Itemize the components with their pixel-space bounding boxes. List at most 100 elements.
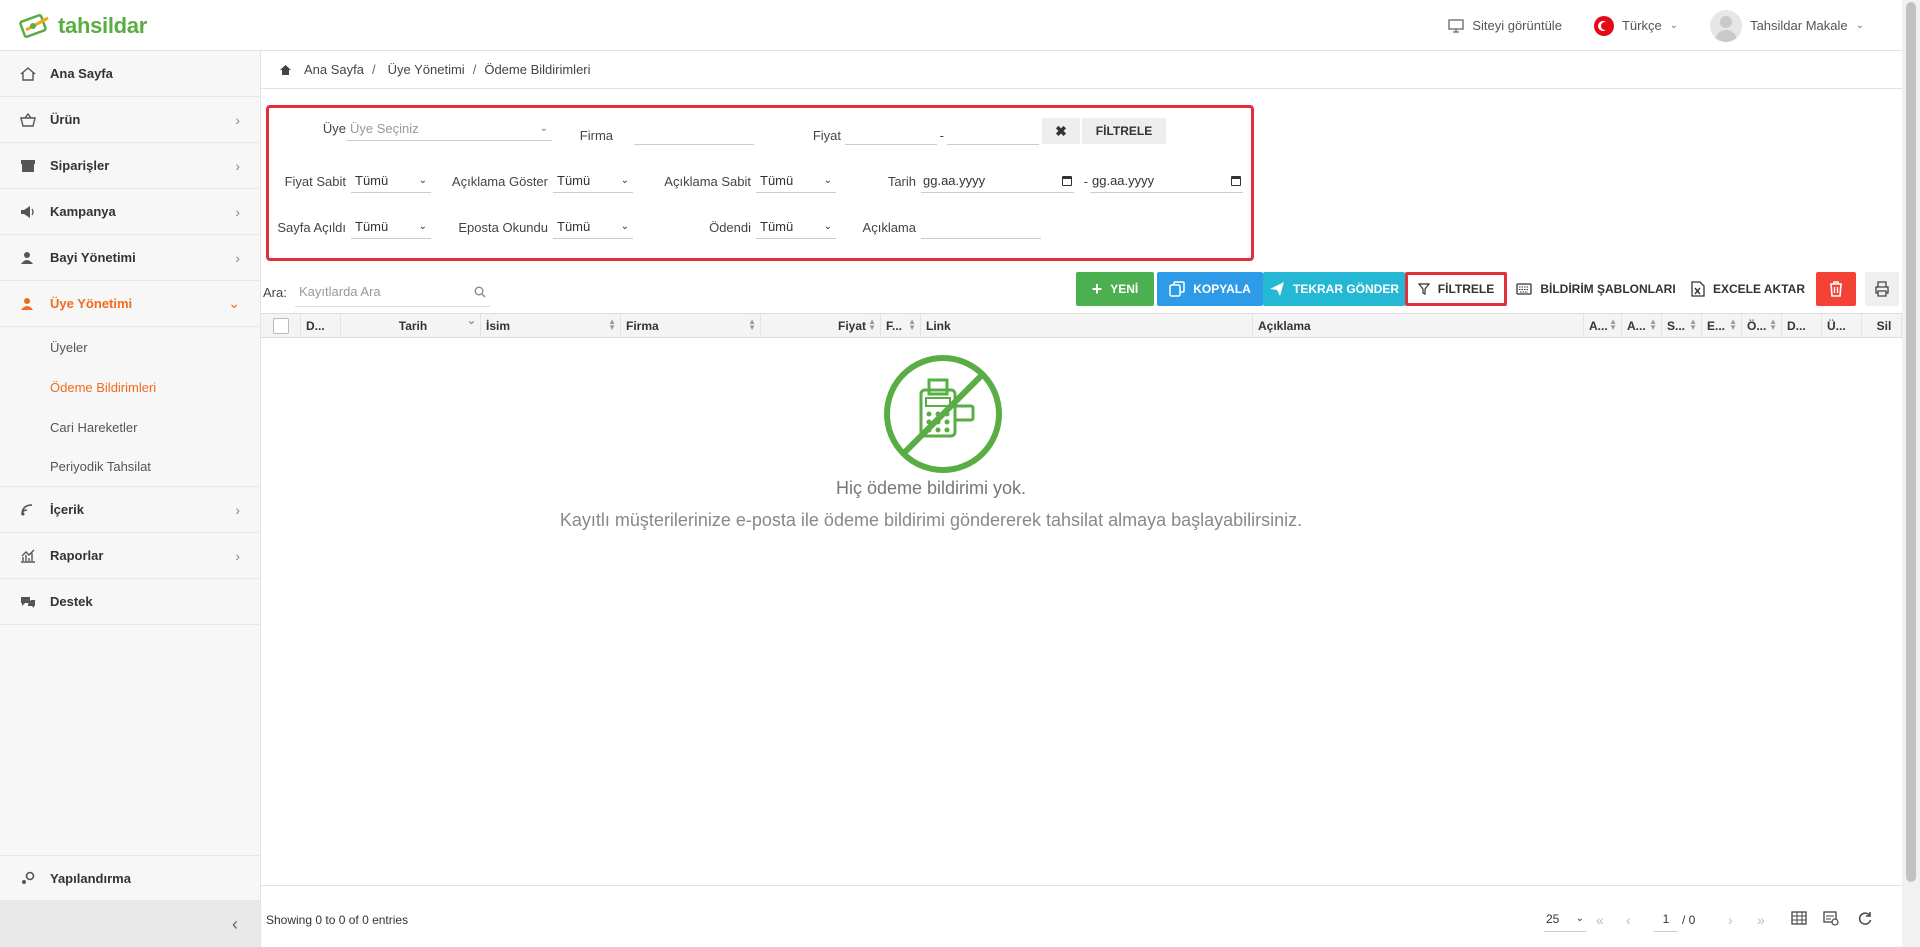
show-description-select[interactable]: Tümü ⌄: [553, 169, 633, 193]
column-header[interactable]: A... ▲ ▼: [1622, 314, 1662, 337]
column-header-name[interactable]: İsim ▲ ▼: [481, 314, 621, 337]
member-filter-label: Üye: [322, 121, 346, 136]
sidebar-item-label: Raporlar: [50, 548, 104, 563]
sidebar-item-orders[interactable]: Siparişler ›: [0, 143, 260, 189]
next-page-button[interactable]: ›: [1728, 912, 1733, 928]
chevron-down-icon: ⌄: [823, 175, 832, 186]
column-header[interactable]: E... ▲ ▼: [1702, 314, 1742, 337]
column-header[interactable]: Ü...: [1822, 314, 1862, 337]
column-header[interactable]: S... ▲ ▼: [1662, 314, 1702, 337]
filter-toggle-button[interactable]: FİLTRELE: [1405, 272, 1507, 306]
date-start-input[interactable]: gg.aa.yyyy: [921, 169, 1074, 193]
column-header[interactable]: D...: [1782, 314, 1822, 337]
breadcrumb-home[interactable]: Ana Sayfa: [304, 62, 364, 77]
delete-button[interactable]: [1816, 272, 1856, 306]
select-all-checkbox[interactable]: [272, 317, 289, 334]
sidebar-item-label: Siparişler: [50, 158, 110, 173]
sidebar-item-reports[interactable]: Raporlar ›: [0, 533, 260, 579]
sidebar-subitem-members[interactable]: Üyeler: [0, 327, 260, 367]
table-footer: Showing 0 to 0 of 0 entries 25 ⌄ « ‹ 1 /…: [261, 885, 1902, 947]
column-header[interactable]: D...: [301, 314, 341, 337]
sidebar: Ana Sayfa Ürün › Siparişler › Kampanya ›…: [0, 51, 261, 947]
chevron-down-icon: ⌄: [539, 123, 548, 134]
column-header-delete[interactable]: Sil: [1862, 314, 1902, 337]
prev-page-button[interactable]: ‹: [1626, 912, 1631, 928]
breadcrumb: Ana Sayfa / Üye Yönetimi / Ödeme Bildiri…: [261, 51, 1902, 89]
resend-button-label: TEKRAR GÖNDER: [1292, 282, 1399, 296]
sidebar-item-label: Kampanya: [50, 204, 116, 219]
last-page-button[interactable]: »: [1757, 912, 1765, 928]
column-settings-icon[interactable]: [1823, 910, 1839, 926]
price-min-input[interactable]: [845, 121, 937, 145]
main-content: Ana Sayfa / Üye Yönetimi / Ödeme Bildiri…: [261, 51, 1902, 947]
sidebar-item-member-management[interactable]: Üye Yönetimi ⌄: [0, 281, 260, 327]
date-end-input[interactable]: gg.aa.yyyy: [1090, 169, 1243, 193]
column-header-description[interactable]: Açıklama: [1253, 314, 1584, 337]
company-input[interactable]: [634, 121, 754, 145]
print-button[interactable]: [1865, 272, 1899, 306]
page-number-input[interactable]: 1: [1654, 906, 1678, 932]
sidebar-item-dealer[interactable]: Bayi Yönetimi ›: [0, 235, 260, 281]
sidebar-subitem-account-transactions[interactable]: Cari Hareketler: [0, 407, 260, 447]
notification-templates-button[interactable]: BİLDİRİM ŞABLONLARI: [1513, 272, 1679, 306]
column-header[interactable]: F... ▲ ▼: [881, 314, 921, 337]
company-filter-label: Firma: [579, 128, 613, 143]
export-excel-button[interactable]: EXCELE AKTAR: [1685, 272, 1811, 306]
page-scrollbar[interactable]: [1902, 0, 1920, 947]
sidebar-item-configuration[interactable]: Yapılandırma: [0, 855, 260, 901]
refresh-icon[interactable]: [1857, 910, 1873, 926]
email-read-select[interactable]: Tümü ⌄: [553, 215, 633, 239]
apply-filter-button[interactable]: FİLTRELE: [1082, 118, 1166, 144]
search-placeholder: Kayıtlarda Ara: [299, 284, 381, 299]
page-opened-select[interactable]: Tümü ⌄: [351, 215, 431, 239]
chevron-right-icon: ›: [235, 203, 240, 220]
copy-button[interactable]: KOPYALA: [1157, 272, 1263, 306]
sidebar-item-product[interactable]: Ürün ›: [0, 97, 260, 143]
language-selector[interactable]: Türkçe ⌄: [1593, 15, 1678, 36]
no-payment-terminal-icon: [884, 355, 1002, 473]
excel-icon: [1691, 281, 1705, 297]
fixed-price-select[interactable]: Tümü ⌄: [351, 169, 431, 193]
column-header[interactable]: A... ▲ ▼: [1584, 314, 1622, 337]
sidebar-item-campaign[interactable]: Kampanya ›: [0, 189, 260, 235]
new-button[interactable]: + YENİ: [1076, 272, 1154, 306]
resend-button[interactable]: TEKRAR GÖNDER: [1263, 272, 1405, 306]
date-start-placeholder: gg.aa.yyyy: [923, 173, 986, 188]
fixed-description-select[interactable]: Tümü ⌄: [756, 169, 836, 193]
user-icon: [20, 297, 50, 311]
search-icon[interactable]: [474, 286, 486, 298]
sidebar-subitem-payment-notifications[interactable]: Ödeme Bildirimleri: [0, 367, 260, 407]
clear-filter-button[interactable]: ✖: [1042, 118, 1080, 144]
logo[interactable]: tahsildar: [18, 12, 147, 40]
column-header-company[interactable]: Firma ▲ ▼: [621, 314, 761, 337]
email-read-value: Tümü: [557, 219, 591, 234]
fixed-price-value: Tümü: [355, 173, 389, 188]
page-size-select[interactable]: 25 ⌄: [1544, 906, 1586, 932]
column-header-date[interactable]: Tarih ⌄: [341, 314, 481, 337]
chevron-down-icon: ⌄: [1855, 20, 1864, 31]
paid-select[interactable]: Tümü ⌄: [756, 215, 836, 239]
column-header[interactable]: Ö... ▲ ▼: [1742, 314, 1782, 337]
sidebar-collapse-button[interactable]: ‹: [0, 901, 260, 947]
sidebar-item-home[interactable]: Ana Sayfa: [0, 51, 260, 97]
empty-state-subtitle: Kayıtlı müşterilerinize e-posta ile ödem…: [559, 510, 1303, 530]
calendar-icon[interactable]: [1231, 175, 1241, 186]
table-view-icon[interactable]: [1791, 910, 1807, 926]
price-max-input[interactable]: [947, 121, 1039, 145]
description-input[interactable]: [921, 215, 1041, 239]
page-size-value: 25: [1546, 911, 1560, 926]
user-menu[interactable]: Tahsildar Makale ⌄: [1710, 9, 1864, 42]
member-select[interactable]: Üye Seçiniz ⌄: [346, 117, 552, 141]
sidebar-subitem-periodic-collection[interactable]: Periyodik Tahsilat: [0, 447, 260, 487]
view-site-link[interactable]: Siteyi görüntüle: [1448, 18, 1562, 33]
fixed-price-label: Fiyat Sabit: [284, 174, 346, 189]
column-header-link[interactable]: Link: [921, 314, 1253, 337]
breadcrumb-member-management[interactable]: Üye Yönetimi: [388, 62, 465, 77]
sidebar-item-support[interactable]: Destek: [0, 579, 260, 625]
sidebar-item-label: Ürün: [50, 112, 81, 127]
sidebar-item-content[interactable]: İçerik ›: [0, 487, 260, 533]
first-page-button[interactable]: «: [1596, 912, 1604, 928]
column-header-price[interactable]: Fiyat ▲ ▼: [761, 314, 881, 337]
search-input[interactable]: Kayıtlarda Ara: [295, 277, 490, 307]
calendar-icon[interactable]: [1062, 175, 1072, 186]
